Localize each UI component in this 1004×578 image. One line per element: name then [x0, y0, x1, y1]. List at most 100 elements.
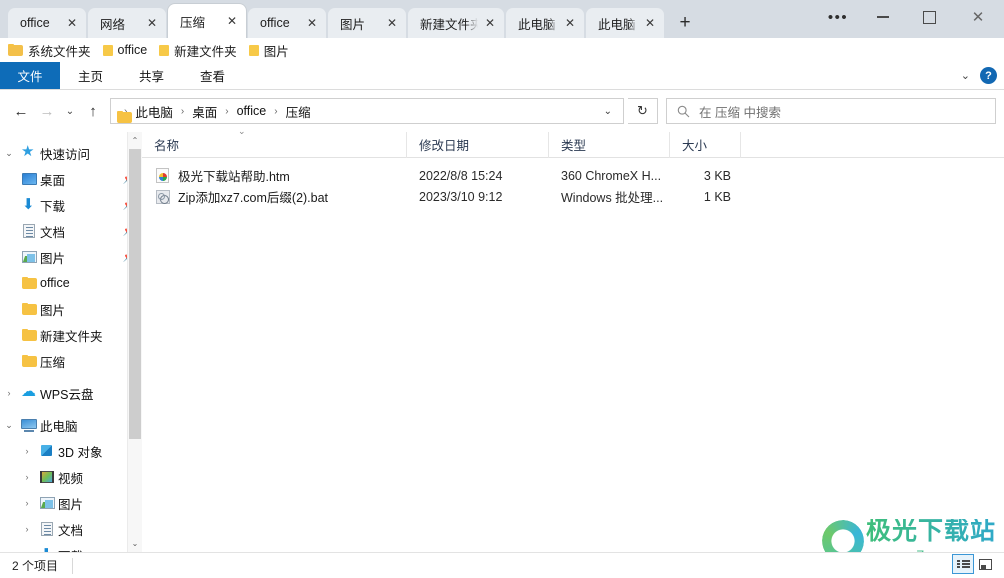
tab-office-1[interactable]: office ✕	[8, 8, 86, 38]
favorite-pictures[interactable]: 图片	[248, 41, 289, 60]
forward-button[interactable]: →	[34, 98, 60, 124]
sidebar-item-desktop[interactable]: 桌面 📌	[0, 166, 142, 192]
chevron-right-icon[interactable]: ›	[18, 446, 36, 456]
tab-this-pc-2[interactable]: 此电脑 ✕	[586, 8, 664, 38]
tab-network[interactable]: 网络 ✕	[88, 8, 166, 38]
tab-strip: office ✕ 网络 ✕ 压缩 ✕ office ✕ 图片 ✕ 新建文件夹 ✕…	[0, 0, 700, 38]
folder-icon	[248, 44, 259, 57]
tab-pictures[interactable]: 图片 ✕	[328, 8, 406, 38]
sidebar-item-quick-access[interactable]: ⌄ 快速访问	[0, 140, 142, 166]
sidebar-item-3d-objects[interactable]: › 3D 对象	[0, 438, 142, 464]
tab-office-2[interactable]: office ✕	[248, 8, 326, 38]
file-date-cell: 2022/8/8 15:24	[419, 168, 503, 183]
breadcrumb-item-compressed[interactable]: 压缩	[285, 102, 312, 121]
favorite-label: 系统文件夹	[28, 44, 91, 59]
more-options-icon[interactable]: •••	[816, 0, 860, 34]
tab-label: 图片	[340, 17, 366, 32]
scroll-up-button[interactable]: ⌃	[128, 132, 142, 149]
folder-icon	[18, 355, 40, 367]
ribbon-tab-home[interactable]: 主页	[60, 62, 121, 89]
close-window-button[interactable]: ✕	[952, 0, 1004, 34]
scrollbar-thumb[interactable]	[129, 149, 141, 439]
chevron-right-icon[interactable]: ›	[18, 498, 36, 508]
scroll-down-button[interactable]: ⌄	[128, 535, 142, 552]
favorite-office[interactable]: office	[102, 43, 147, 57]
ribbon-tab-view[interactable]: 查看	[182, 62, 243, 89]
tab-close-icon[interactable]: ✕	[642, 15, 658, 31]
sidebar-item-downloads[interactable]: 下载 📌	[0, 192, 142, 218]
pc-icon	[18, 418, 40, 432]
tab-this-pc-1[interactable]: 此电脑 ✕	[506, 8, 584, 38]
search-box[interactable]: 在 压缩 中搜索	[666, 98, 996, 124]
help-icon[interactable]: ?	[980, 67, 997, 84]
maximize-button[interactable]	[906, 0, 952, 34]
tab-close-icon[interactable]: ✕	[304, 15, 320, 31]
large-icons-view-icon	[978, 558, 992, 570]
sidebar-item-label: 视频	[58, 471, 84, 486]
chevron-right-icon[interactable]: ›	[0, 388, 18, 398]
column-header-size[interactable]: 大小	[670, 131, 741, 158]
tab-close-icon[interactable]: ✕	[482, 15, 498, 31]
search-icon	[677, 105, 690, 118]
chevron-down-icon[interactable]: ⌄	[951, 69, 980, 82]
large-icons-view-button[interactable]	[974, 554, 996, 574]
tab-close-icon[interactable]: ✕	[562, 15, 578, 31]
document-icon	[36, 522, 58, 536]
ribbon-tab-file[interactable]: 文件	[0, 62, 60, 89]
refresh-button[interactable]: ↻	[628, 98, 658, 124]
file-name-cell: Zip添加xz7.com后缀(2).bat	[142, 187, 407, 206]
tab-label: office	[20, 16, 50, 30]
table-row[interactable]: 极光下载站帮助.htm 2022/8/8 15:24 360 ChromeX H…	[142, 165, 1004, 186]
column-header-type[interactable]: 类型	[549, 131, 670, 158]
sidebar-item-documents[interactable]: 文档 📌	[0, 218, 142, 244]
sidebar-item-documents-pc[interactable]: › 文档	[0, 516, 142, 542]
ribbon-tab-share[interactable]: 共享	[121, 62, 182, 89]
details-view-button[interactable]	[952, 554, 974, 574]
sidebar-item-label: 新建文件夹	[40, 329, 103, 344]
minimize-button[interactable]	[860, 0, 906, 34]
sidebar-item-new-folder[interactable]: 新建文件夹	[0, 322, 142, 348]
desktop-icon	[18, 173, 40, 185]
table-row[interactable]: Zip添加xz7.com后缀(2).bat 2023/3/10 9:12 Win…	[142, 186, 1004, 207]
chevron-down-icon[interactable]: ⌄	[0, 148, 18, 159]
chevron-down-icon[interactable]: ⌄	[0, 420, 18, 431]
back-button[interactable]: ←	[8, 98, 34, 124]
tab-compressed-active[interactable]: 压缩 ✕	[168, 4, 246, 38]
tab-close-icon[interactable]: ✕	[144, 15, 160, 31]
tab-label: office	[260, 16, 290, 30]
column-header-name[interactable]: 名称 ⌄	[142, 126, 407, 158]
file-list-pane: 名称 ⌄ 修改日期 类型 大小 极光下载站帮助.htm 2022/8/8 15:…	[142, 126, 1004, 552]
column-header-date[interactable]: 修改日期	[407, 131, 549, 158]
breadcrumb-item-this-pc[interactable]: 此电脑	[134, 102, 174, 121]
sidebar-item-office[interactable]: office	[0, 270, 142, 296]
batch-file-icon	[154, 189, 171, 204]
chevron-right-icon[interactable]: ›	[18, 472, 36, 482]
chevron-right-icon[interactable]: ›	[18, 524, 36, 534]
sidebar-item-pictures-pc[interactable]: › 图片	[0, 490, 142, 516]
favorite-system-folder[interactable]: 系统文件夹	[8, 41, 91, 60]
sidebar-item-downloads-pc[interactable]: › 下载	[0, 542, 142, 552]
tab-close-icon[interactable]: ✕	[224, 13, 240, 29]
favorite-new-folder[interactable]: 新建文件夹	[159, 41, 237, 60]
folder-icon	[102, 44, 113, 57]
navigation-scrollbar[interactable]: ⌃ ⌄	[127, 132, 142, 552]
up-button[interactable]: ↑	[80, 98, 106, 124]
breadcrumb-item-desktop[interactable]: 桌面	[191, 102, 218, 121]
sidebar-item-compressed[interactable]: 压缩	[0, 348, 142, 374]
sidebar-item-label: 此电脑	[40, 419, 78, 434]
recent-locations-button[interactable]: ⌄	[60, 98, 80, 124]
breadcrumb-item-office[interactable]: office	[236, 104, 268, 118]
tab-label: 新建文件夹	[420, 17, 478, 32]
address-dropdown-icon[interactable]: ⌄	[595, 106, 621, 117]
tab-close-icon[interactable]: ✕	[384, 15, 400, 31]
address-bar[interactable]: › 此电脑 › 桌面 › office › 压缩 ⌄	[110, 98, 624, 124]
sidebar-item-this-pc[interactable]: ⌄ 此电脑	[0, 412, 142, 438]
sidebar-item-pictures[interactable]: 图片 📌	[0, 244, 142, 270]
sidebar-item-videos[interactable]: › 视频	[0, 464, 142, 490]
html-file-icon	[154, 168, 171, 183]
new-tab-button[interactable]: +	[670, 8, 700, 38]
tab-close-icon[interactable]: ✕	[64, 15, 80, 31]
tab-new-folder[interactable]: 新建文件夹 ✕	[408, 8, 504, 38]
sidebar-item-pictures-folder[interactable]: 图片	[0, 296, 142, 322]
sidebar-item-wps-cloud[interactable]: › WPS云盘	[0, 380, 142, 406]
